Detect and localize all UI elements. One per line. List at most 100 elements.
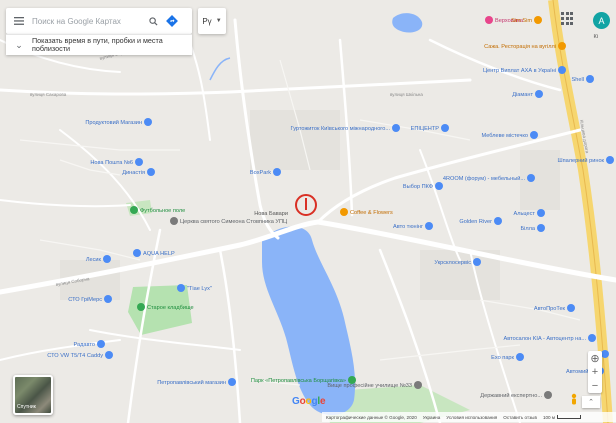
satellite-toggle-label: Спутник: [17, 404, 36, 410]
poi-label: СТО VW T5/T4 Caddy: [47, 353, 103, 359]
poi-label: Нова Пошта №6: [90, 160, 133, 166]
search-input[interactable]: [32, 16, 142, 26]
my-location-icon[interactable]: ⊕: [588, 351, 602, 365]
scale-label: 100 м: [543, 414, 582, 420]
poi-label: BoxPark: [250, 170, 271, 176]
poi-32[interactable]: Автосалон KIA - Автоцентр на...: [504, 334, 596, 342]
caret-down-icon: ▼: [215, 18, 222, 24]
poi-25[interactable]: Лесик: [86, 255, 111, 263]
shopping-icon: [530, 131, 538, 139]
search-box: [6, 8, 192, 34]
google-logo: Google: [292, 396, 326, 407]
poi-3[interactable]: Сажа. Ресторація на вугіллі: [484, 42, 566, 50]
poi-label: Футбольное поле: [140, 208, 185, 214]
terms-link[interactable]: Условия использования: [446, 415, 497, 420]
shopping-icon: [228, 378, 236, 386]
poi-21[interactable]: Авто тюнінг: [393, 222, 433, 230]
poi-label: Продуктовий Магазин: [85, 119, 142, 126]
traffic-toggle-label: Показать время в пути, пробки и места по…: [32, 36, 163, 53]
poi-label: AQUA HELP: [143, 251, 175, 257]
gas-icon: [586, 75, 594, 83]
poi-15[interactable]: Выбор ПКФ: [403, 182, 443, 190]
poi-label: Выбор ПКФ: [403, 184, 433, 190]
avatar-initial: A: [598, 15, 605, 26]
avatar[interactable]: A: [593, 12, 610, 29]
business-icon: [435, 182, 443, 190]
poi-6[interactable]: Діамант: [512, 90, 543, 98]
feedback-link[interactable]: Оставить отзыв: [503, 415, 537, 420]
poi-label: Вище професійне училище №33: [327, 382, 412, 389]
poi-label: Нова Бавари: [254, 211, 288, 217]
poi-label: Exo парк: [491, 355, 514, 361]
satellite-toggle[interactable]: Спутник: [13, 375, 53, 415]
poi-label: АвтоПроТек: [534, 306, 566, 312]
poi-label: Сажа. Ресторація на вугіллі: [484, 44, 556, 50]
poi-1[interactable]: Sim Sim: [511, 16, 542, 24]
poi-8[interactable]: Гуртожиток Київського міжнародного...: [291, 124, 400, 132]
apps-grid-icon[interactable]: [561, 12, 575, 26]
map-canvas[interactable]: вулиця Соборна вулиця Шкільна вулиця Сах…: [0, 0, 616, 423]
poi-31[interactable]: АвтоПроТек: [534, 304, 575, 312]
pegman-icon[interactable]: [569, 393, 579, 407]
expand-icon[interactable]: ⌃: [582, 396, 600, 408]
business-icon: [558, 66, 566, 74]
search-icon[interactable]: [144, 12, 162, 30]
poi-39[interactable]: Вище професійне училище №33: [327, 381, 422, 389]
poi-12[interactable]: Династія: [122, 168, 155, 176]
post-icon: [135, 158, 143, 166]
poi-2[interactable]: Кі: [593, 34, 598, 40]
poi-9[interactable]: ЕПІЦЕНТР: [411, 124, 449, 132]
business-icon: [516, 353, 524, 361]
poi-label: Старое кладбище: [147, 305, 194, 311]
poi-40[interactable]: Державний експертно...: [480, 391, 552, 399]
cafe-icon: [340, 208, 348, 216]
poi-5[interactable]: Shell: [572, 75, 594, 83]
language-select[interactable]: Рү ▼: [198, 8, 226, 34]
traffic-toggle[interactable]: ⌄ Показать время в пути, пробки и места …: [6, 34, 192, 55]
gas-icon: [601, 350, 609, 358]
poi-14[interactable]: 4ROOM (форум) - мебельный...: [443, 174, 535, 182]
poi-22[interactable]: Golden River: [459, 217, 502, 225]
poi-label: Coffee & Flowers: [350, 210, 393, 216]
business-icon: [147, 168, 155, 176]
poi-16[interactable]: BoxPark: [250, 168, 281, 176]
car-icon: [97, 340, 105, 348]
car-icon: [588, 334, 596, 342]
zoom-controls: ⊕ + −: [588, 351, 602, 393]
poi-label: Укрсклосервіс: [434, 260, 471, 266]
poi-label: Кі: [593, 34, 598, 40]
poi-19[interactable]: Нова Бавари: [254, 211, 288, 217]
menu-icon[interactable]: [6, 8, 32, 34]
language-label: Рү: [202, 16, 212, 26]
shopping-icon: [485, 16, 493, 24]
poi-29[interactable]: "Тiaе Lyx": [177, 284, 212, 292]
building-icon: [392, 124, 400, 132]
poi-18[interactable]: Церква святого Симеона Стовпника УПЦ: [170, 217, 288, 225]
zoom-in-button[interactable]: +: [588, 365, 602, 379]
poi-28[interactable]: СТО ГрiМерс: [68, 295, 112, 303]
shopping-icon: [527, 174, 535, 182]
poi-41[interactable]: Петропавлівський магазин: [157, 378, 236, 386]
directions-icon[interactable]: [162, 11, 182, 31]
poi-label: ЕПІЦЕНТР: [411, 126, 440, 132]
zoom-out-button[interactable]: −: [588, 379, 602, 393]
poi-label: Династія: [122, 170, 145, 176]
car-icon: [104, 295, 112, 303]
poi-23[interactable]: Альцест: [513, 209, 545, 217]
school-icon: [414, 381, 422, 389]
poi-label: Альцест: [513, 211, 535, 217]
poi-label: Гуртожиток Київського міжнародного...: [291, 126, 391, 132]
poi-4[interactable]: Центр Виплат АХА в Україні: [483, 66, 566, 74]
car-icon: [105, 351, 113, 359]
poi-label: Шпалерний ринок: [557, 157, 604, 164]
park-icon: [130, 206, 138, 214]
map-footer: Картографические данные © Google, 2020 У…: [322, 412, 616, 422]
poi-24[interactable]: Білла: [520, 224, 545, 232]
poi-33[interactable]: Радавто: [74, 340, 106, 348]
poi-26[interactable]: AQUA HELP: [133, 249, 175, 257]
poi-label: Авто тюнінг: [393, 224, 423, 230]
poi-35[interactable]: Exo парк: [491, 353, 524, 361]
street-label-shkilna: вулиця Шкільна: [390, 92, 423, 97]
business-icon: [177, 284, 185, 292]
business-icon: [133, 249, 141, 257]
